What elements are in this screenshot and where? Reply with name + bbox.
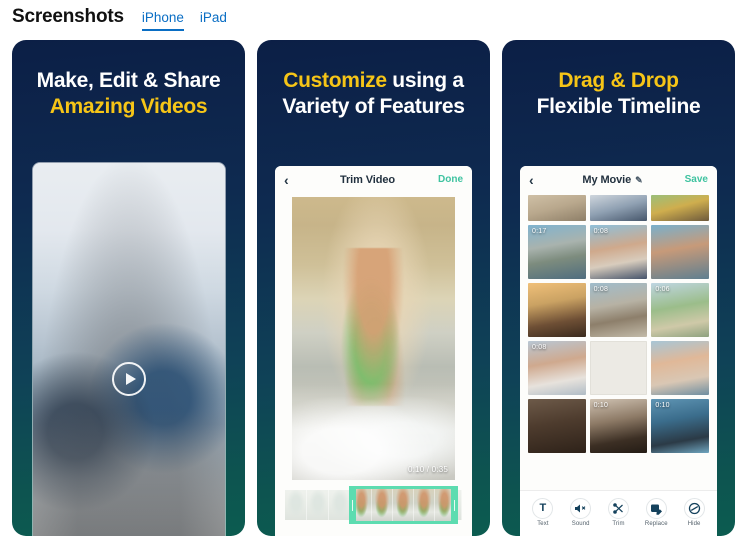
- movie-title: My Movie ✎: [551, 174, 674, 186]
- chevron-left-icon[interactable]: ‹: [284, 172, 306, 188]
- list-item[interactable]: [589, 195, 648, 221]
- trim-selection[interactable]: [348, 486, 459, 524]
- list-item[interactable]: 0:10: [589, 399, 648, 453]
- drop-placeholder[interactable]: [589, 341, 648, 395]
- editor-toolbar: T Text Sound Trim Replace Hide: [520, 490, 717, 536]
- headline-line-1: Make, Edit & Share: [36, 69, 221, 92]
- play-icon[interactable]: [112, 362, 146, 397]
- selected-frame: [413, 489, 435, 521]
- headline-plain-word: using a: [386, 69, 464, 92]
- filmstrip-frame: [307, 490, 330, 520]
- headline-line-2: Variety of Features: [282, 95, 465, 119]
- filmstrip-frame: [285, 490, 308, 520]
- pencil-icon[interactable]: ✎: [635, 175, 643, 185]
- screenshot-card-make-edit-share[interactable]: Make, Edit & Share Amazing Videos: [12, 40, 245, 536]
- screenshot-gallery: Make, Edit & Share Amazing Videos Custom…: [0, 40, 746, 540]
- headline-accent-word: Customize: [283, 69, 387, 92]
- tab-iphone[interactable]: iPhone: [141, 10, 184, 31]
- toolbar-item-hide[interactable]: Hide: [677, 498, 711, 527]
- headline-line-1: Drag & Drop: [558, 69, 679, 92]
- list-item[interactable]: [651, 195, 709, 221]
- page-title: Screenshots: [12, 6, 124, 27]
- hide-slash-icon: [683, 498, 705, 519]
- toolbar-item-sound[interactable]: Sound: [564, 498, 598, 527]
- headline-block: Make, Edit & Share Amazing Videos: [12, 40, 245, 121]
- selected-frame: [372, 489, 394, 521]
- device-tabs: iPhone iPad: [141, 10, 227, 31]
- my-movie-screen: ‹ My Movie ✎ Save 0:17 0:08 0:08 0:06 0:0…: [520, 166, 717, 536]
- list-item[interactable]: 0:08: [589, 283, 648, 337]
- toolbar-label: Text: [537, 521, 549, 527]
- screenshot-card-customize-features[interactable]: Customize using a Variety of Features ‹ …: [257, 40, 490, 536]
- save-button[interactable]: Save: [674, 174, 708, 185]
- trim-handle-right[interactable]: [451, 486, 459, 524]
- screenshot-card-drag-drop-timeline[interactable]: Drag & Drop Flexible Timeline ‹ My Movie…: [502, 40, 735, 536]
- toolbar-label: Sound: [571, 521, 590, 527]
- play-triangle: [125, 373, 136, 386]
- preview-subject: [336, 247, 411, 407]
- headline-block: Drag & Drop Flexible Timeline: [502, 40, 735, 121]
- done-button[interactable]: Done: [429, 174, 463, 185]
- list-item[interactable]: 0:08: [528, 341, 586, 395]
- trim-handle-left[interactable]: [348, 486, 356, 524]
- clip-duration: 0:10: [593, 402, 609, 409]
- clip-duration: 0:06: [655, 286, 670, 293]
- list-item[interactable]: [528, 283, 586, 337]
- replace-image-icon: [645, 498, 667, 519]
- sound-mute-icon: [570, 498, 592, 519]
- time-indicator: 0:10 / 0:35: [407, 465, 448, 474]
- hero-photo: [33, 163, 225, 536]
- clip-duration: 0:08: [532, 344, 547, 351]
- clip-grid[interactable]: 0:17 0:08 0:08 0:06 0:08 0:10 0:10: [520, 193, 717, 490]
- toolbar-label: Replace: [644, 521, 668, 527]
- toolbar-label: Trim: [612, 521, 625, 527]
- clip-duration: 0:08: [593, 286, 609, 293]
- toolbar-label: Hide: [687, 521, 701, 527]
- movie-title-text: My Movie: [582, 173, 632, 186]
- list-item[interactable]: [528, 195, 586, 221]
- list-item[interactable]: 0:06: [651, 283, 709, 337]
- list-item[interactable]: [528, 399, 586, 453]
- headline-line-2: Flexible Timeline: [536, 95, 701, 119]
- tab-ipad[interactable]: iPad: [200, 10, 227, 29]
- chevron-left-icon[interactable]: ‹: [529, 172, 551, 188]
- headline-line-2: Amazing Videos: [49, 95, 208, 119]
- headline-block: Customize using a Variety of Features: [257, 40, 490, 121]
- clip-duration: 0:08: [593, 228, 609, 235]
- text-icon: T: [532, 498, 554, 519]
- list-item[interactable]: [651, 341, 709, 395]
- movie-navbar: ‹ My Movie ✎ Save: [520, 166, 717, 193]
- list-item[interactable]: 0:08: [589, 225, 648, 279]
- scissors-icon: [607, 498, 629, 519]
- toolbar-item-text[interactable]: T Text: [526, 498, 560, 527]
- list-item[interactable]: 0:17: [528, 225, 586, 279]
- toolbar-item-replace[interactable]: Replace: [639, 498, 673, 527]
- clip-duration: 0:17: [532, 228, 547, 235]
- page-header: Screenshots iPhone iPad: [0, 0, 746, 40]
- video-preview[interactable]: 0:10 / 0:35: [292, 197, 455, 480]
- clip-duration: 0:10: [655, 402, 670, 409]
- list-item[interactable]: [651, 225, 709, 279]
- trim-video-screen: ‹ Trim Video Done 0:10 / 0:35: [275, 166, 472, 536]
- trim-screen-title: Trim Video: [339, 173, 396, 186]
- hero-video-frame: [33, 163, 225, 536]
- toolbar-item-trim[interactable]: Trim: [601, 498, 635, 527]
- selected-frame: [393, 489, 414, 521]
- list-item[interactable]: 0:10: [651, 399, 709, 453]
- trim-timeline[interactable]: [285, 486, 462, 524]
- trim-navbar: ‹ Trim Video Done: [275, 166, 472, 193]
- headline-line-1: Customize using a: [267, 68, 480, 94]
- video-preview-wrap: 0:10 / 0:35: [275, 193, 472, 480]
